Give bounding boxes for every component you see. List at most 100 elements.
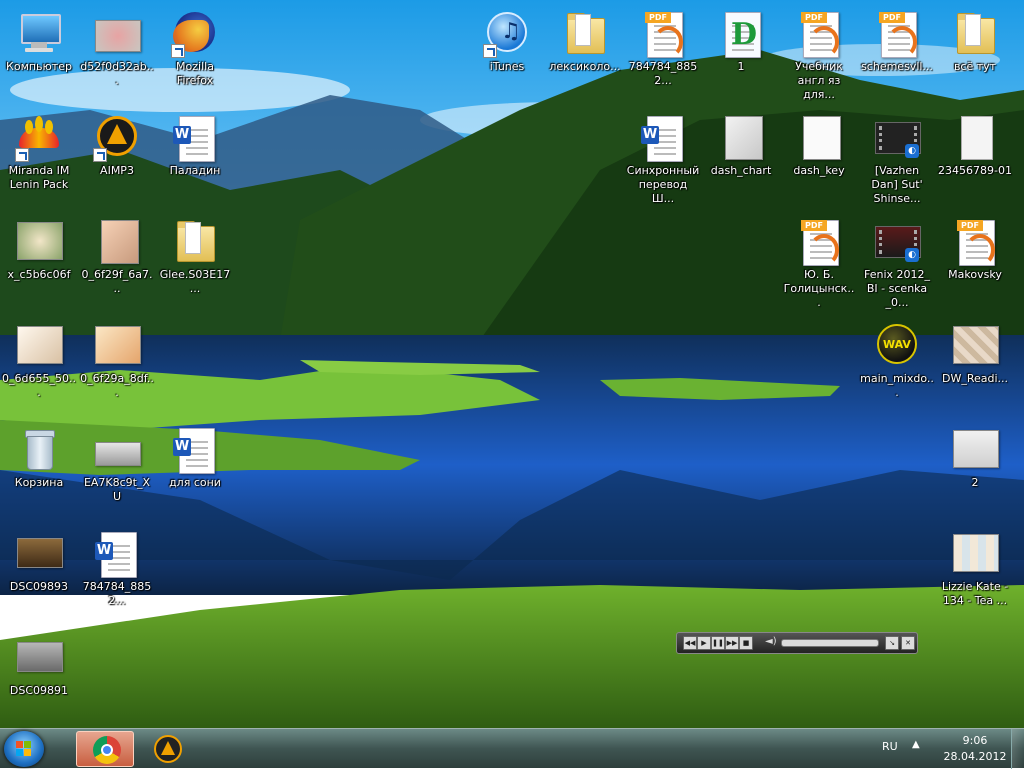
icon-label: Учебник англ яз для... [795,60,843,101]
image-thumbnail-icon [951,530,999,578]
image-thumbnail-icon [717,114,765,162]
miranda-icon [15,114,63,162]
desktop-icon-aimp3[interactable]: AIMP3 [78,108,156,208]
stop-icon[interactable]: ■ [739,636,753,650]
image-thumbnail-icon [15,634,63,682]
desktop-icon-video[interactable]: ◐ Fenix 2012_ BI - scenka _0... [858,212,936,312]
image-thumbnail-icon [951,426,999,474]
image-thumbnail-icon [93,322,141,370]
close-icon[interactable]: ✕ [901,636,915,650]
pdf-document-icon: PDF [795,218,843,266]
icon-label: AIMP3 [100,164,134,177]
desktop-icon-file[interactable]: 0_6f29f_6a7... [78,212,156,312]
image-thumbnail-icon [93,426,141,474]
language-indicator[interactable]: RU [882,740,898,753]
icon-label: для сони [169,476,221,489]
icon-label: dash_key [793,164,845,177]
desktop-icon-file[interactable]: dash_key [780,108,858,208]
clock-time: 9:06 [962,734,988,747]
desktop-icon-firefox[interactable]: Mozilla Firefox [156,4,234,104]
image-thumbnail-icon [93,218,141,266]
desktop-icon-word-doc[interactable]: W 784784_8852... [78,524,156,624]
blank-file-icon [951,114,999,162]
icon-label: 23456789-01 [938,164,1012,177]
desktop-icon-file[interactable]: 23456789-01 [936,108,1014,208]
restore-icon[interactable]: ↘ [885,636,899,650]
icon-label: 2 [971,476,979,489]
shortcut-arrow-icon [15,148,29,162]
desktop-icon-pdf[interactable]: PDF Учебник англ яз для... [780,4,858,104]
icon-label: 0_6f29f_6a7... [81,268,153,295]
desktop-icon-computer[interactable]: Компьютер [0,4,78,104]
icon-label: x_c5b6c06f [7,268,71,281]
desktop-icon-folder[interactable]: Glee.S03E17... [156,212,234,312]
desktop-icon-file[interactable]: x_c5b6c06f [0,212,78,312]
firefox-icon [171,10,219,58]
volume-icon[interactable]: ◄) [765,636,777,647]
pdf-document-icon: PDF [639,10,687,58]
desktop-icon-audio[interactable]: WAV main_mixdo... [858,316,936,416]
desktop-icon-itunes[interactable]: ♫ iTunes [468,4,546,104]
folder-icon [951,10,999,58]
desktop-icon-miranda[interactable]: Miranda IM Lenin Pack [0,108,78,208]
desktop-icon-file[interactable]: DSC09893 [0,524,78,624]
taskbar-chrome-button[interactable] [76,731,134,767]
icon-label: Fenix 2012_ BI - scenka _0... [863,268,931,309]
desktop: Компьютер Miranda IM Lenin Pack x_c5b6c0… [0,0,1024,728]
desktop-icon-file[interactable]: EA7K8c9t_XU [78,420,156,520]
aimp-mini-player[interactable]: ◀◀ ▶ ❚❚ ▶▶ ■ ◄) ↘ ✕ [676,632,918,654]
icon-label: EA7K8c9t_XU [83,476,151,503]
desktop-icon-pdf[interactable]: PDF Makovsky [936,212,1014,312]
desktop-icon-file[interactable]: D 1 [702,4,780,104]
icon-label: Glee.S03E17... [159,268,231,295]
shortcut-arrow-icon [483,44,497,58]
icon-label: Компьютер [6,60,72,73]
volume-slider[interactable] [781,639,879,647]
desktop-icon-file[interactable]: 2 [936,420,1014,520]
icon-label: DSC09891 [9,684,69,697]
desktop-icon-file[interactable]: DSC09891 [0,628,78,728]
desktop-icon-video[interactable]: ◐ [Vazhen Dan] Sut' Shinse... [858,108,936,208]
icon-label: Синхронный перевод Ш... [626,164,700,205]
shortcut-arrow-icon [93,148,107,162]
next-icon[interactable]: ▶▶ [725,636,739,650]
icon-label: d52f0d32ab... [80,60,154,87]
word-document-icon: W [639,114,687,162]
image-thumbnail-icon [15,530,63,578]
desktop-icon-word-doc[interactable]: W Паладин [156,108,234,208]
taskbar-aimp-button[interactable] [140,731,196,767]
pause-icon[interactable]: ❚❚ [711,636,725,650]
desktop-icon-file[interactable]: d52f0d32ab... [78,4,156,104]
desktop-icon-recycle-bin[interactable]: Корзина [0,420,78,520]
play-icon[interactable]: ▶ [697,636,711,650]
show-desktop-button[interactable] [1011,729,1024,769]
desktop-icon-word-doc[interactable]: W Синхронный перевод Ш... [624,108,702,208]
image-thumbnail-icon [93,10,141,58]
desktop-icon-word-doc[interactable]: W для сони [156,420,234,520]
desktop-icon-file[interactable]: 0_6f29a_8df... [78,316,156,416]
icon-label: Mozilla Firefox [176,60,214,87]
desktop-icon-file[interactable]: 0_6d655_50... [0,316,78,416]
start-button[interactable] [4,731,44,767]
desktop-icon-file[interactable]: DW_Readi... [936,316,1014,416]
desktop-icon-pdf[interactable]: PDF schemesvll... [858,4,936,104]
chrome-icon [93,736,121,764]
desktop-icon-file[interactable]: Lizzie Kate - 134 - Tea ... [936,524,1014,624]
icon-label: Корзина [14,476,64,489]
desktop-icon-folder[interactable]: лексиколо... [546,4,624,104]
icon-label: 1 [737,60,745,73]
desktop-icon-pdf[interactable]: PDF Ю. Б. Голицынск... [780,212,858,312]
icon-label: 0_6d655_50... [2,372,76,399]
desktop-icon-folder[interactable]: всё тут [936,4,1014,104]
icon-label: Miranda IM Lenin Pack [8,164,70,191]
icon-label: всё тут [953,60,997,73]
folder-icon [171,218,219,266]
show-hidden-icons-icon[interactable]: ▲ [912,739,920,750]
desktop-icon-pdf[interactable]: PDF 784784_8852... [624,4,702,104]
document-icon: D [717,10,765,58]
prev-icon[interactable]: ◀◀ [683,636,697,650]
desktop-icon-file[interactable]: dash_chart [702,108,780,208]
clock[interactable]: 9:06 28.04.2012 [940,733,1010,765]
media-player-badge-icon: ◐ [905,144,919,158]
word-document-icon: W [171,426,219,474]
